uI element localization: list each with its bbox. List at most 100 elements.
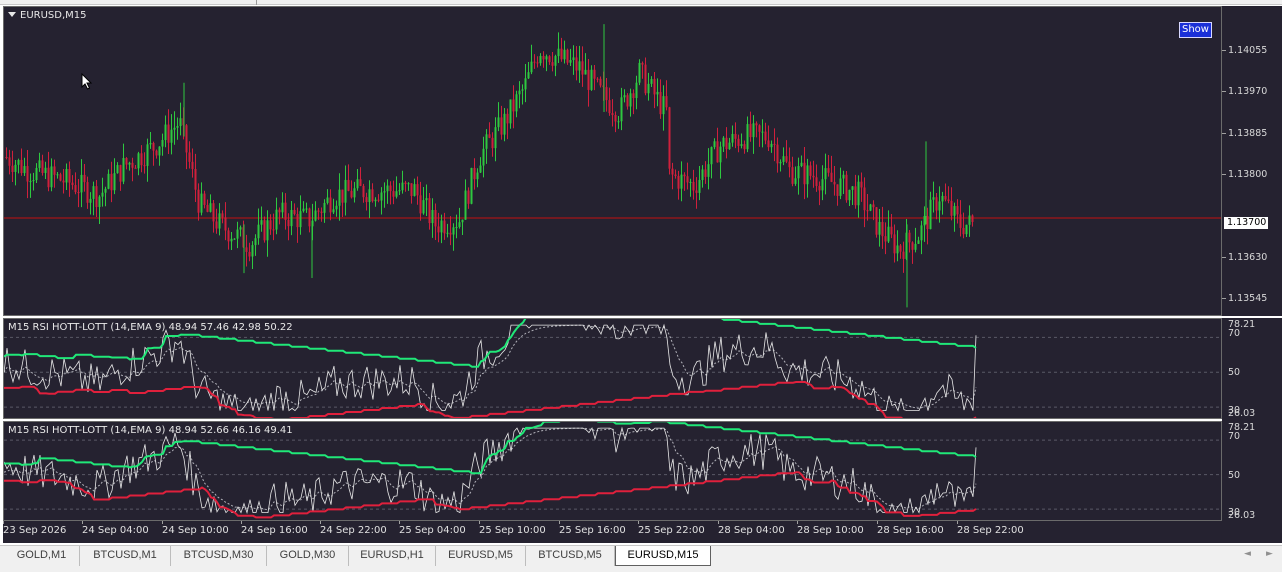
candle	[956, 199, 959, 224]
candle-body	[791, 167, 794, 184]
price-chart-pane[interactable]: EURUSD,M15 Show	[3, 6, 1222, 316]
show-button[interactable]: Show	[1179, 22, 1212, 38]
candle	[305, 202, 308, 213]
time-label: 28 Sep 10:00	[797, 525, 864, 536]
candle-body	[278, 209, 281, 213]
candle	[587, 59, 590, 107]
candle	[422, 187, 425, 215]
candle-body	[293, 209, 296, 215]
candle	[899, 244, 902, 259]
candle-body	[86, 182, 89, 203]
candle	[221, 210, 224, 224]
arrow-left-icon[interactable]: ◄	[1244, 549, 1251, 559]
tab-eurusd-m5[interactable]: EURUSD,M5	[436, 546, 526, 566]
candle	[398, 183, 401, 196]
candle-body	[11, 165, 14, 172]
candle	[170, 114, 173, 155]
candle-body	[761, 131, 764, 133]
arrow-right-icon[interactable]: ►	[1266, 549, 1273, 559]
current-price-label: 1.13700	[1224, 217, 1268, 229]
rsi-indicator-chart-1[interactable]	[4, 319, 1222, 419]
candle-body	[266, 220, 269, 241]
indicator-2-scale: 78.21 70 50 30 26.03	[1222, 421, 1282, 521]
candle-body	[971, 215, 974, 222]
candle	[236, 221, 239, 249]
candle-body	[335, 205, 338, 210]
candle	[623, 89, 626, 103]
time-axis[interactable]: 23 Sep 2026 24 Sep 04:00 24 Sep 10:00 24…	[3, 521, 1282, 543]
candle	[179, 102, 182, 136]
candle	[929, 191, 932, 230]
candle-body	[185, 125, 188, 153]
candle	[968, 205, 971, 237]
candlestick-chart[interactable]	[4, 7, 1222, 316]
candle	[344, 165, 347, 216]
candle	[281, 192, 284, 218]
candle	[680, 161, 683, 202]
tab-gold-m30[interactable]: GOLD,M30	[267, 546, 349, 566]
time-label: 24 Sep 10:00	[162, 525, 229, 536]
candle-body	[506, 113, 509, 124]
candle	[446, 223, 449, 238]
candle	[44, 161, 47, 179]
candle	[818, 181, 821, 206]
candle-body	[620, 97, 623, 122]
tab-btcusd-m30[interactable]: BTCUSD,M30	[171, 546, 267, 566]
candle-body	[320, 211, 323, 213]
candle-body	[710, 147, 713, 165]
candle	[800, 155, 803, 168]
candle	[914, 227, 917, 253]
candle-body	[26, 166, 29, 182]
level-label: 50	[1228, 367, 1241, 378]
indicator-2-title: M15 RSI HOTT-LOTT (14,EMA 9) 48.94 52.66…	[8, 425, 293, 436]
candle	[671, 162, 674, 190]
candle	[275, 197, 278, 235]
candle-body	[617, 121, 620, 123]
candle-body	[683, 174, 686, 177]
rsi-hott-lott-pane-1[interactable]: M15 RSI HOTT-LOTT (14,EMA 9) 48.94 57.46…	[3, 318, 1222, 419]
price-scale[interactable]: 1.14055 1.13970 1.13885 1.13800 1.13630 …	[1222, 6, 1282, 316]
candle-body	[869, 204, 872, 211]
candle-body	[215, 221, 218, 229]
dropdown-triangle-icon[interactable]	[8, 12, 16, 17]
candle-body	[674, 174, 677, 176]
candle-body	[887, 226, 890, 242]
candle	[908, 230, 911, 253]
candle-body	[515, 94, 518, 112]
tab-gold-m1[interactable]: GOLD,M1	[4, 546, 80, 566]
candle	[776, 137, 779, 173]
candle-body	[806, 165, 809, 185]
candle	[359, 167, 362, 187]
tab-btcusd-m5[interactable]: BTCUSD,M5	[526, 546, 615, 566]
candle	[290, 200, 293, 236]
candle	[728, 137, 731, 150]
candle-body	[587, 69, 590, 90]
candle-body	[701, 169, 704, 181]
rsi-hott-lott-pane-2[interactable]: M15 RSI HOTT-LOTT (14,EMA 9) 48.94 52.66…	[3, 421, 1222, 521]
indicator-1-title: M15 RSI HOTT-LOTT (14,EMA 9) 48.94 57.46…	[8, 322, 293, 333]
candle-body	[803, 162, 806, 185]
symbol-title[interactable]: EURUSD,M15	[8, 10, 86, 21]
tab-btcusd-m1[interactable]: BTCUSD,M1	[80, 546, 171, 566]
candle	[872, 200, 875, 221]
candle-body	[920, 225, 923, 241]
candle	[593, 64, 596, 91]
candle-body	[20, 159, 23, 174]
candle-body	[950, 200, 953, 216]
tab-eurusd-h1[interactable]: EURUSD,H1	[349, 546, 436, 566]
candle	[428, 192, 431, 230]
candle	[734, 122, 737, 149]
time-label: 25 Sep 10:00	[479, 525, 546, 536]
rsi-indicator-chart-2[interactable]	[4, 422, 1222, 521]
tab-eurusd-m15[interactable]: EURUSD,M15	[615, 546, 711, 566]
candle-body	[260, 220, 263, 225]
candle	[407, 182, 410, 191]
candle-body	[764, 131, 767, 141]
candle	[851, 185, 854, 206]
chart-tabs-bar: GOLD,M1 BTCUSD,M1 BTCUSD,M30 GOLD,M30 EU…	[0, 545, 1282, 572]
candle-body	[554, 56, 557, 66]
candle-body	[287, 219, 290, 227]
time-label: 28 Sep 04:00	[718, 525, 785, 536]
level-label: 26.03	[1228, 408, 1256, 419]
candle	[437, 212, 440, 243]
